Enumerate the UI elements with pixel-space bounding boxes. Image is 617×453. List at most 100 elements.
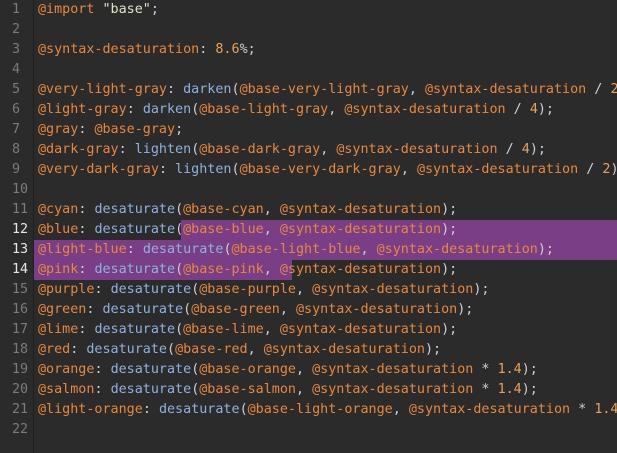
code-line[interactable]: @very-light-gray: darken(@base-very-ligh… xyxy=(34,80,617,100)
variable-token: @syntax-desaturation xyxy=(279,222,442,237)
punctuation-token: : xyxy=(199,42,216,57)
line-number: 21 xyxy=(12,402,29,417)
code-line[interactable]: @light-blue: desaturate(@base-light-blue… xyxy=(34,240,617,260)
punctuation-token: ); xyxy=(521,382,538,397)
punctuation-token: : xyxy=(158,162,176,177)
code-line[interactable]: @light-gray: darken(@base-light-gray, @s… xyxy=(34,100,617,120)
punctuation-token: ( xyxy=(231,82,240,97)
punctuation-token: , xyxy=(320,142,337,157)
line-number: 10 xyxy=(12,182,29,197)
variable-token: @blue xyxy=(38,222,79,237)
punctuation-token: : xyxy=(86,302,103,317)
code-line[interactable]: @dark-gray: lighten(@base-dark-gray, @sy… xyxy=(34,140,617,160)
variable-token: @syntax-desaturation xyxy=(279,322,442,337)
line-number: 4 xyxy=(12,62,21,77)
code-line[interactable] xyxy=(34,180,617,200)
variable-token: @base-orange xyxy=(199,362,296,377)
code-line[interactable]: @syntax-desaturation: 8.6%; xyxy=(34,40,617,60)
line-number: 1 xyxy=(12,2,21,17)
code-editor[interactable]: 1 2 3 4 5 6 7 8 9 10 11 12 13 14 15 16 17 18 19 20 21 22 @imp… xyxy=(0,0,617,453)
code-area[interactable]: @import "base"; @syntax-desaturation: 8.6… xyxy=(34,0,617,453)
line-number: 2 xyxy=(12,22,21,37)
punctuation-token: : xyxy=(167,82,184,97)
variable-token: @syntax-desaturation xyxy=(312,282,474,297)
variable-token: @very-light-gray xyxy=(38,82,167,97)
punctuation-token: , xyxy=(400,162,417,177)
function-token: desaturate xyxy=(94,322,176,337)
code-line[interactable]: @red: desaturate(@base-red, @syntax-desa… xyxy=(34,340,617,360)
line-number-gutter: 1 2 3 4 5 6 7 8 9 10 11 12 13 14 15 16 17 18 19 20 21 22 xyxy=(0,0,34,453)
punctuation-token: , xyxy=(360,242,377,257)
punctuation-token: ); xyxy=(425,342,442,357)
function-token: desaturate xyxy=(110,362,192,377)
punctuation-token: ); xyxy=(537,242,554,257)
code-line[interactable] xyxy=(34,20,617,40)
variable-token: @syntax-desaturation xyxy=(38,42,200,57)
variable-token: @salmon xyxy=(38,382,95,397)
operator-token: / xyxy=(497,142,522,157)
variable-token: @syntax-desaturation xyxy=(344,102,506,117)
code-line[interactable]: @green: desaturate(@base-green, @syntax-… xyxy=(34,300,617,320)
function-token: darken xyxy=(183,82,232,97)
function-token: desaturate xyxy=(94,262,176,277)
number-token: 4 xyxy=(529,102,538,117)
code-line[interactable]: @lime: desaturate(@base-lime, @syntax-de… xyxy=(34,320,617,340)
variable-token: @green xyxy=(38,302,87,317)
operator-token: * xyxy=(473,382,498,397)
code-line[interactable]: @cyan: desaturate(@base-cyan, @syntax-de… xyxy=(34,200,617,220)
variable-token: @cyan xyxy=(38,202,79,217)
line-number: 17 xyxy=(12,322,29,337)
code-line[interactable]: @orange: desaturate(@base-orange, @synta… xyxy=(34,360,617,380)
line-number: 6 xyxy=(12,102,21,117)
variable-token: @base-very-light-gray xyxy=(239,82,409,97)
number-token: 2 xyxy=(610,82,617,97)
code-line[interactable]: @pink: desaturate(@base-pink, @syntax-de… xyxy=(34,260,617,280)
punctuation-token: ( xyxy=(183,302,192,317)
punctuation-token: %; xyxy=(239,42,256,57)
operator-token: / xyxy=(505,102,530,117)
punctuation-token: : xyxy=(94,382,111,397)
code-line[interactable]: @import "base"; xyxy=(34,0,617,20)
punctuation-token: , xyxy=(279,302,296,317)
line-number: 13 xyxy=(12,242,29,257)
variable-token: @syntax-desaturation xyxy=(416,162,579,177)
variable-token: @base-red xyxy=(175,342,248,357)
code-line[interactable] xyxy=(34,420,617,440)
punctuation-token: , xyxy=(263,262,280,277)
punctuation-token: ( xyxy=(175,202,184,217)
variable-token: @light-orange xyxy=(38,402,143,417)
code-line[interactable]: @gray: @base-gray; xyxy=(34,120,617,140)
code-line[interactable]: @blue: desaturate(@base-blue, @syntax-de… xyxy=(34,220,617,240)
line-number: 15 xyxy=(12,282,29,297)
punctuation-token: ); xyxy=(441,322,458,337)
variable-token: @base-very-dark-gray xyxy=(239,162,401,177)
string-token: "base" xyxy=(102,2,151,17)
punctuation-token: , xyxy=(263,222,280,237)
line-number: 8 xyxy=(12,142,21,157)
code-line[interactable]: @salmon: desaturate(@base-salmon, @synta… xyxy=(34,380,617,400)
variable-token: @import xyxy=(38,2,95,17)
code-line[interactable]: @light-orange: desaturate(@base-light-or… xyxy=(34,400,617,420)
variable-token: @gray xyxy=(38,122,79,137)
punctuation-token: , xyxy=(296,382,313,397)
punctuation-token: ( xyxy=(223,242,232,257)
variable-token: @orange xyxy=(38,362,95,377)
punctuation-token: : xyxy=(94,362,111,377)
line-number: 5 xyxy=(12,82,21,97)
variable-token: @base-cyan xyxy=(183,202,264,217)
punctuation-token: ); xyxy=(521,362,538,377)
punctuation-token: ( xyxy=(167,342,176,357)
number-token: 8.6 xyxy=(215,42,240,57)
code-line[interactable]: @purple: desaturate(@base-purple, @synta… xyxy=(34,280,617,300)
code-line[interactable]: @very-dark-gray: lighten(@base-very-dark… xyxy=(34,160,617,180)
punctuation-token: ); xyxy=(610,162,617,177)
number-token: 4 xyxy=(521,142,530,157)
code-line[interactable] xyxy=(34,60,617,80)
line-number: 16 xyxy=(12,302,29,317)
variable-token: @lime xyxy=(38,322,79,337)
punctuation-token: ); xyxy=(537,102,554,117)
punctuation-token: ; xyxy=(175,122,184,137)
function-token: desaturate xyxy=(142,242,224,257)
operator-token: / xyxy=(586,82,611,97)
variable-token: @syntax-desaturation xyxy=(279,202,442,217)
